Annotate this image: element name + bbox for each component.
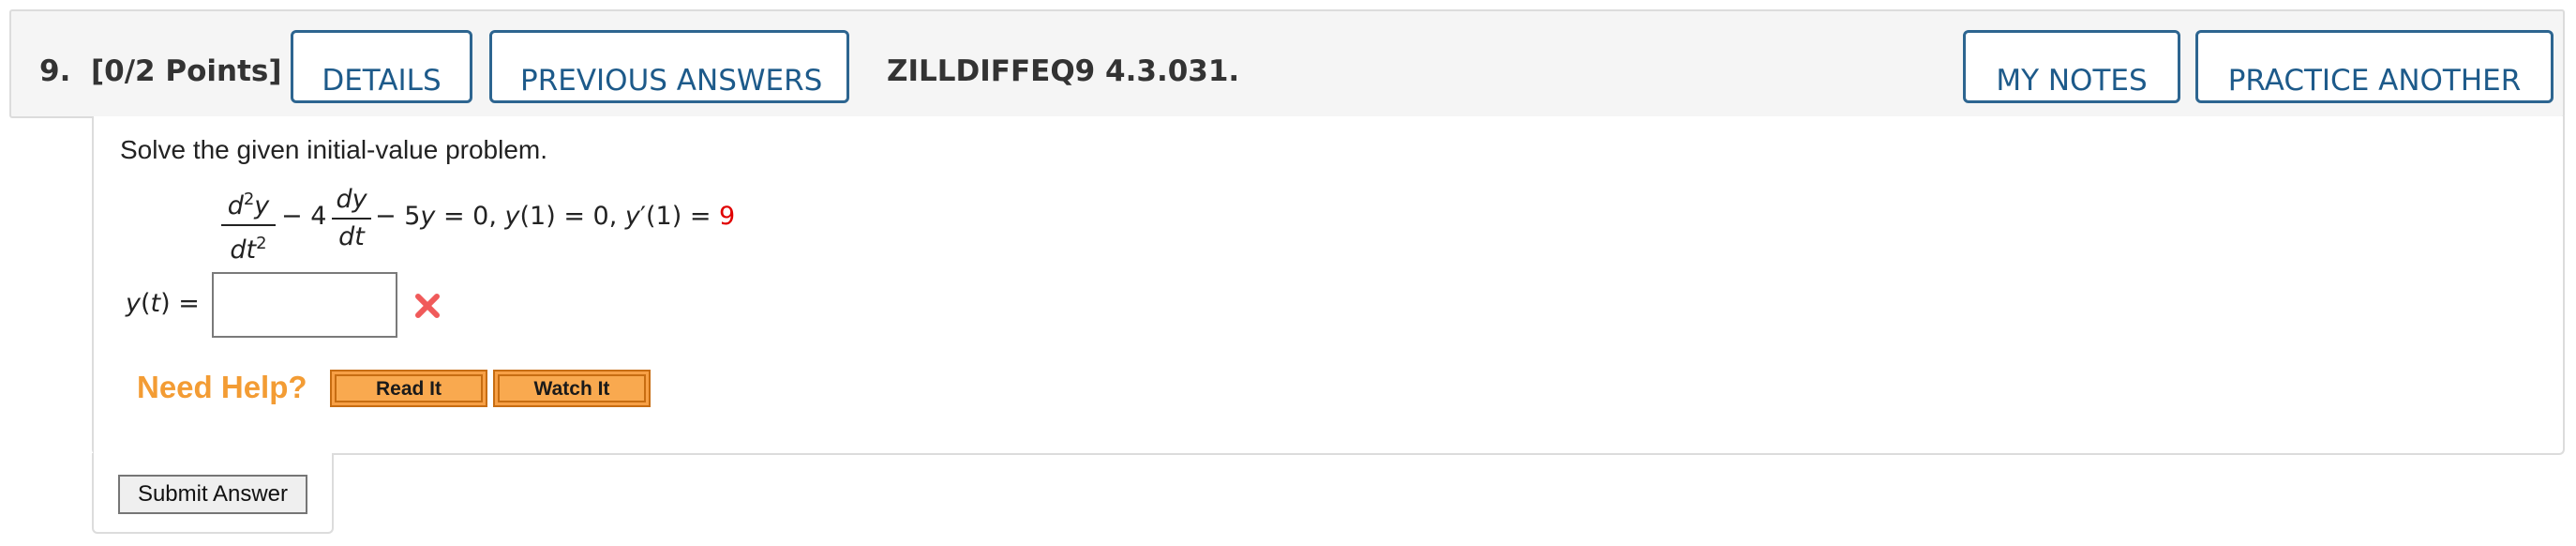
my-notes-button[interactable]: MY NOTES: [1963, 30, 2180, 103]
watch-it-button[interactable]: Watch It: [493, 370, 651, 407]
initial-condition-value: 9: [719, 202, 736, 231]
need-help-label: Need Help?: [137, 370, 307, 404]
first-derivative-fraction: dy dt: [332, 184, 371, 253]
question-page: 9. [0/2 Points] DETAILS PREVIOUS ANSWERS…: [0, 0, 2576, 546]
details-button-label: DETAILS: [322, 64, 442, 98]
details-button[interactable]: DETAILS: [291, 30, 472, 103]
previous-answers-button-label: PREVIOUS ANSWERS: [520, 64, 823, 98]
read-it-button[interactable]: Read It: [330, 370, 487, 407]
second-derivative-fraction: d2y dt2: [221, 184, 276, 266]
watch-it-button-label: Watch It: [498, 374, 646, 402]
read-it-button-label: Read It: [335, 374, 483, 402]
problem-code: ZILLDIFFEQ9 4.3.031.: [887, 54, 1240, 88]
previous-answers-button[interactable]: PREVIOUS ANSWERS: [489, 30, 849, 103]
question-number: 9.: [39, 54, 71, 88]
submit-answer-button[interactable]: Submit Answer: [118, 475, 307, 514]
question-points: [0/2 Points]: [90, 54, 282, 88]
incorrect-x-icon: [415, 294, 440, 318]
equation-rest: − 5y = 0, y(1) = 0, y′(1) = 9: [375, 202, 736, 231]
equation-minus-four: − 4: [281, 202, 327, 231]
problem-instruction: Solve the given initial-value problem.: [120, 135, 548, 164]
practice-another-button[interactable]: PRACTICE ANOTHER: [2195, 30, 2554, 103]
answer-label: y(t) =: [126, 289, 200, 318]
my-notes-button-label: MY NOTES: [1996, 64, 2148, 98]
practice-another-button-label: PRACTICE ANOTHER: [2227, 64, 2522, 98]
answer-input[interactable]: [212, 272, 397, 338]
question-header: 9. [0/2 Points] DETAILS PREVIOUS ANSWERS…: [9, 9, 2565, 118]
question-title: 9. [0/2 Points]: [39, 54, 282, 88]
